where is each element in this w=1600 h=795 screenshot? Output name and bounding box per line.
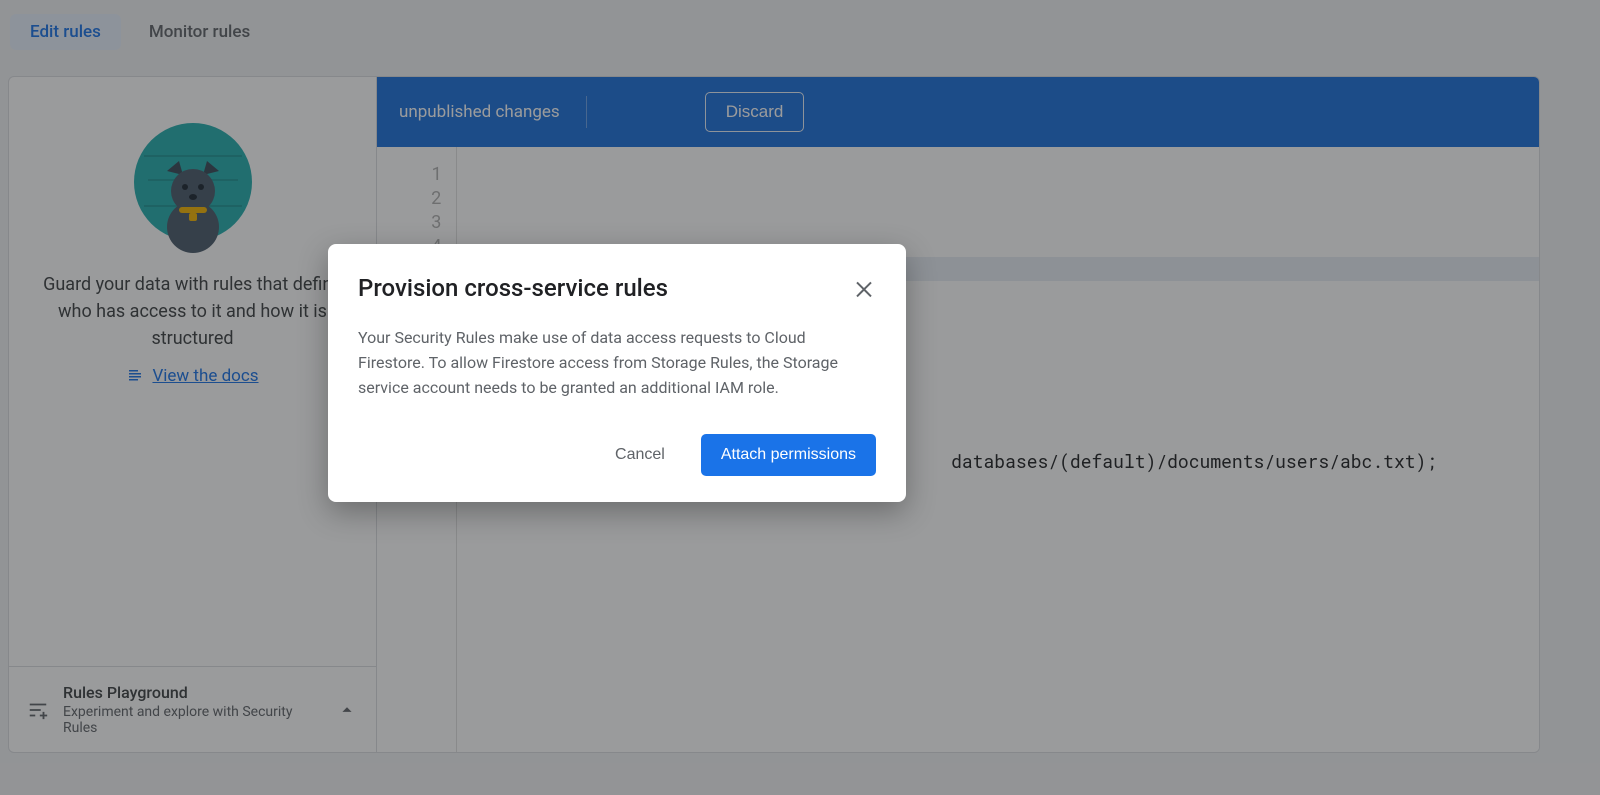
close-icon[interactable] xyxy=(852,276,876,300)
dialog-actions: Cancel Attach permissions xyxy=(358,434,876,476)
dialog-title: Provision cross-service rules xyxy=(358,274,668,302)
dialog-body: Your Security Rules make use of data acc… xyxy=(358,326,868,400)
provision-dialog: Provision cross-service rules Your Secur… xyxy=(328,244,906,502)
cancel-button[interactable]: Cancel xyxy=(601,434,679,476)
attach-permissions-button[interactable]: Attach permissions xyxy=(701,434,876,476)
